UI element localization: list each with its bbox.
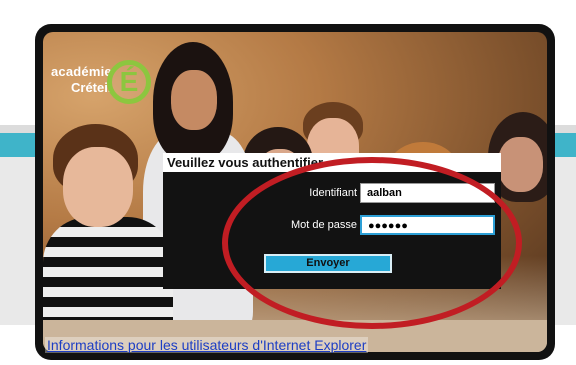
login-title: Veuillez vous authentifier <box>163 153 501 172</box>
academie-creteil-logo: académie Créteil É <box>49 54 154 114</box>
identifiant-label: Identifiant <box>309 187 357 199</box>
identifiant-input[interactable]: aalban <box>360 183 495 203</box>
password-label: Mot de passe <box>290 219 357 231</box>
password-row: Mot de passe ●●●●●● <box>163 215 501 239</box>
logo-e-mark: É <box>107 60 151 104</box>
identifiant-row: Identifiant aalban <box>163 183 501 207</box>
logo-text-academie: académie <box>51 64 112 79</box>
logo-text-creteil: Créteil <box>71 80 112 95</box>
password-input[interactable]: ●●●●●● <box>360 215 495 235</box>
login-panel: Veuillez vous authentifier Identifiant a… <box>163 153 501 289</box>
submit-button[interactable]: Envoyer <box>264 254 392 273</box>
internet-explorer-info-link[interactable]: Informations pour les utilisateurs d'Int… <box>45 337 369 353</box>
